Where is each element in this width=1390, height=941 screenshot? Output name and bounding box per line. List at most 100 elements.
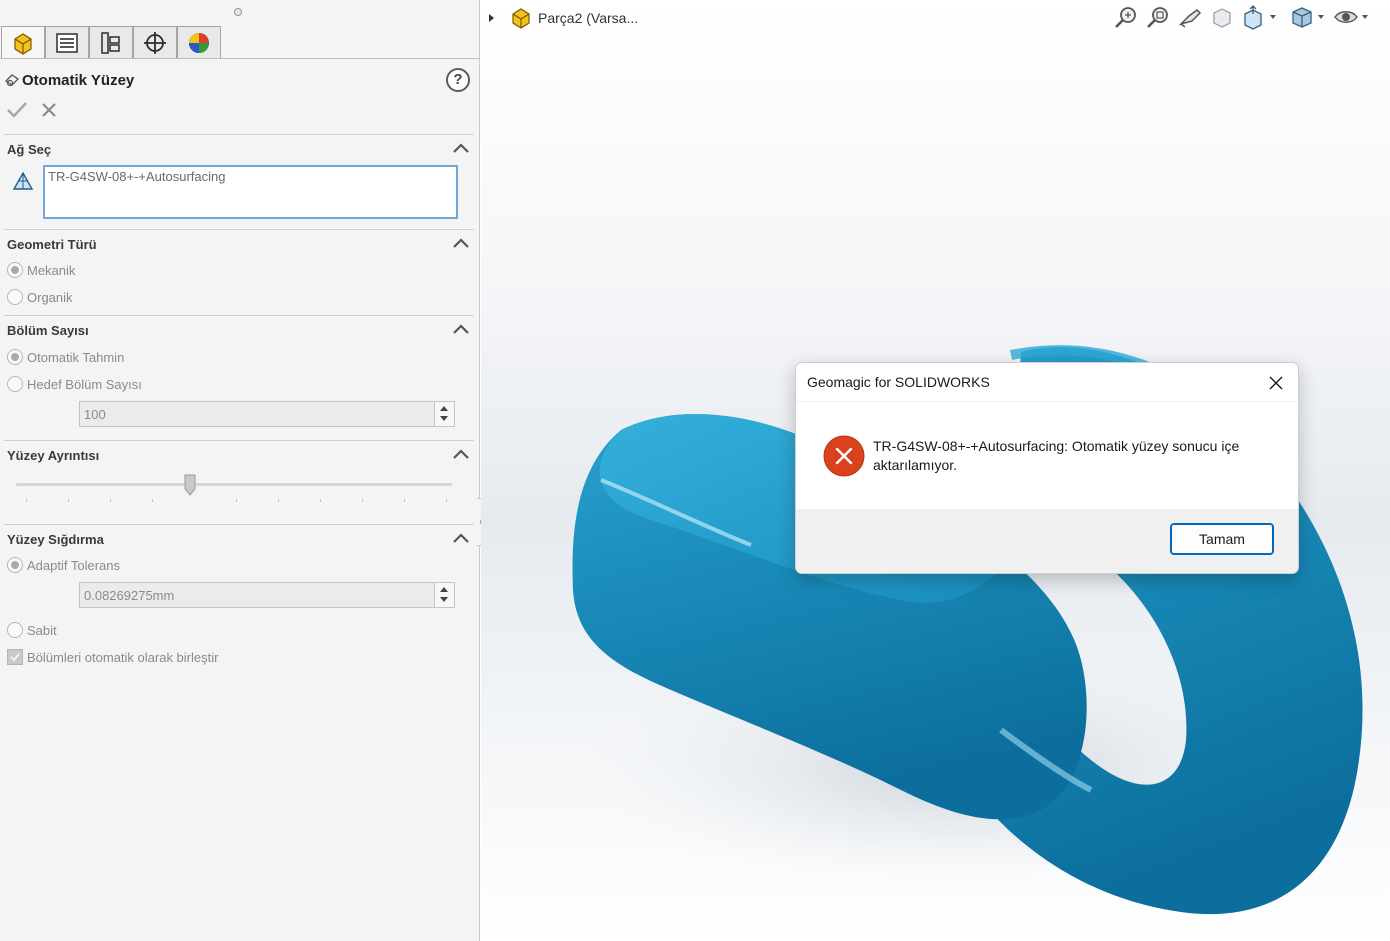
chevron-up-icon[interactable]	[452, 447, 470, 461]
dimxpert-manager-icon	[144, 31, 166, 54]
property-manager-icon	[56, 32, 78, 53]
group-title-section-count: Bölüm Sayısı	[7, 323, 89, 338]
slider-tick	[110, 499, 111, 502]
group-title-surface-detail: Yüzey Ayrıntısı	[7, 448, 100, 463]
feature-tree-flyout[interactable]: Parça2 (Varsa...	[489, 6, 638, 30]
stepper-buttons[interactable]	[434, 402, 454, 426]
group-geometry-type: Geometri Türü Mekanik Organik	[4, 229, 474, 315]
radio-fixed[interactable]: Sabit	[7, 620, 57, 640]
view-orientation-button[interactable]	[1241, 2, 1276, 32]
display-style-button[interactable]	[1289, 2, 1324, 32]
radio-button[interactable]	[7, 289, 23, 305]
radio-organic[interactable]: Organik	[7, 287, 73, 307]
ok-checkmark-icon[interactable]	[6, 100, 28, 120]
slider-track[interactable]	[16, 483, 452, 486]
radio-button[interactable]	[7, 557, 23, 573]
slider-thumb[interactable]	[184, 474, 196, 496]
radio-button[interactable]	[7, 622, 23, 638]
view-orientation-icon	[1244, 5, 1262, 30]
zoom-to-fit-icon	[1115, 7, 1136, 28]
surface-detail-slider[interactable]	[16, 474, 452, 509]
checkbox[interactable]	[7, 649, 23, 665]
radio-mechanical[interactable]: Mekanik	[7, 260, 75, 280]
slider-tick	[404, 499, 405, 502]
property-manager-header: Otomatik Yüzey ?	[4, 68, 474, 94]
slider-tick	[236, 499, 237, 502]
radio-auto-estimate[interactable]: Otomatik Tahmin	[7, 347, 124, 367]
mesh-icon	[12, 171, 34, 190]
group-title-surface-fitting: Yüzey Sığdırma	[7, 532, 104, 547]
configuration-manager-icon	[101, 31, 120, 54]
stepper-down-icon[interactable]	[440, 416, 448, 421]
stepper-up-icon[interactable]	[440, 406, 448, 411]
dialog-title: Geomagic for SOLIDWORKS	[807, 374, 990, 390]
cancel-x-icon[interactable]	[40, 101, 58, 119]
slider-tick	[446, 499, 447, 502]
tab-feature-manager[interactable]	[1, 26, 45, 58]
display-manager-icon	[189, 32, 209, 53]
section-view-button[interactable]	[1209, 2, 1235, 32]
radio-adaptive-tolerance[interactable]: Adaptif Tolerans	[7, 555, 120, 575]
dialog-body: TR-G4SW-08+-+Autosurfacing: Otomatik yüz…	[796, 401, 1298, 509]
display-style-icon	[1292, 7, 1312, 28]
radio-button[interactable]	[7, 349, 23, 365]
slider-tick	[362, 499, 363, 502]
error-dialog: Geomagic for SOLIDWORKS TR-G4SW-08+-+Aut…	[795, 362, 1299, 574]
error-icon	[823, 435, 865, 477]
radio-button[interactable]	[7, 262, 23, 278]
chevron-up-icon[interactable]	[452, 531, 470, 545]
feature-manager-icon	[14, 32, 32, 55]
merge-sections-checkbox[interactable]: Bölümleri otomatik olarak birleştir	[7, 647, 218, 667]
group-mesh-select: Ağ Seç TR-G4SW-08+-+Autosurfacing	[4, 134, 474, 229]
group-surface-detail: Yüzey Ayrıntısı	[4, 440, 474, 524]
zoom-to-area-icon	[1147, 7, 1168, 28]
property-manager-panel: Otomatik Yüzey ? Ağ Seç TR-G4SW-08+-+Aut…	[0, 0, 480, 941]
chevron-up-icon[interactable]	[452, 141, 470, 155]
dialog-message: TR-G4SW-08+-+Autosurfacing: Otomatik yüz…	[873, 438, 1240, 473]
slider-tick	[26, 499, 27, 502]
hide-show-items-icon	[1334, 11, 1358, 23]
chevron-up-icon[interactable]	[452, 236, 470, 250]
zoom-to-area-button[interactable]	[1145, 2, 1171, 32]
slider-tick	[68, 499, 69, 502]
stepper-down-icon[interactable]	[440, 597, 448, 602]
slider-tick	[278, 499, 279, 502]
slider-tick	[152, 499, 153, 502]
tab-configuration-manager[interactable]	[89, 26, 133, 58]
group-title-mesh-select: Ağ Seç	[7, 142, 52, 157]
radio-button[interactable]	[7, 376, 23, 392]
zoom-to-fit-button[interactable]	[1113, 2, 1139, 32]
part-name-label[interactable]: Parça2 (Varsa...	[538, 10, 638, 26]
tab-dimxpert-manager[interactable]	[133, 26, 177, 58]
manager-tab-strip	[0, 26, 480, 59]
stepper-buttons[interactable]	[434, 583, 454, 607]
group-section-count: Bölüm Sayısı Otomatik Tahmin Hedef Bölüm…	[4, 315, 474, 440]
selected-mesh-item[interactable]: TR-G4SW-08+-+Autosurfacing	[48, 169, 226, 184]
dialog-close-button[interactable]	[1264, 371, 1288, 395]
group-title-geometry-type: Geometri Türü	[7, 237, 97, 252]
part-icon	[512, 8, 530, 29]
check-icon	[10, 653, 20, 662]
hide-show-items-button[interactable]	[1333, 2, 1368, 32]
autosurface-icon	[4, 74, 20, 87]
previous-view-icon	[1178, 9, 1202, 28]
previous-view-button[interactable]	[1177, 2, 1203, 32]
section-view-icon	[1213, 8, 1231, 28]
group-surface-fitting: Yüzey Sığdırma Adaptif Tolerans 0.082692…	[4, 524, 474, 684]
dialog-footer: Tamam	[796, 509, 1298, 573]
stepper-up-icon[interactable]	[440, 587, 448, 592]
tab-property-manager[interactable]	[45, 26, 89, 58]
tab-display-manager[interactable]	[177, 26, 221, 58]
chevron-up-icon[interactable]	[452, 322, 470, 336]
panel-grip-handle[interactable]	[234, 8, 242, 16]
slider-tick	[320, 499, 321, 502]
page-title: Otomatik Yüzey	[22, 72, 135, 89]
radio-target-section-count[interactable]: Hedef Bölüm Sayısı	[7, 374, 142, 394]
expand-arrow-icon[interactable]	[489, 14, 494, 22]
ok-button[interactable]: Tamam	[1170, 523, 1274, 555]
section-count-stepper[interactable]: 100	[79, 401, 455, 427]
close-icon	[1269, 376, 1283, 390]
help-button[interactable]: ?	[446, 68, 470, 92]
mesh-selection-box[interactable]: TR-G4SW-08+-+Autosurfacing	[43, 165, 458, 219]
tolerance-stepper[interactable]: 0.08269275mm	[79, 582, 455, 608]
